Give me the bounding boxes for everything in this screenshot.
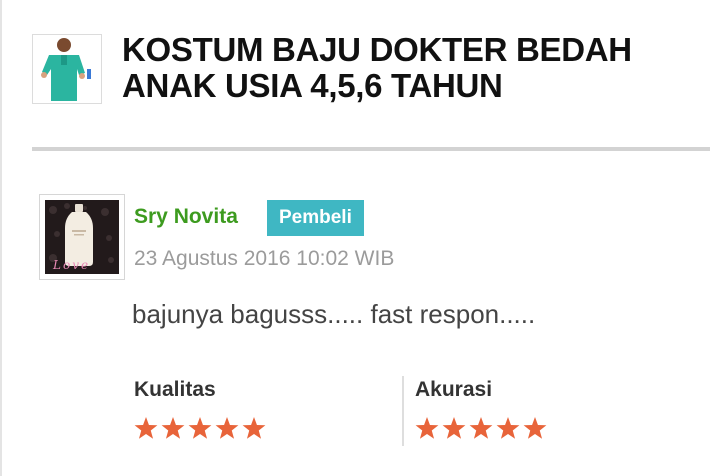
- reviewer-name[interactable]: Sry Novita: [134, 205, 238, 229]
- section-divider: [32, 147, 710, 151]
- star-icon: [523, 417, 547, 439]
- star-icon: [469, 417, 493, 439]
- star-icon: [134, 417, 158, 439]
- avatar-image: Love: [45, 200, 119, 274]
- review-text: bajunya bagusss..... fast respon.....: [132, 299, 536, 329]
- left-border: [0, 0, 2, 476]
- product-title[interactable]: KOSTUM BAJU DOKTER BEDAH ANAK USIA 4,5,6…: [122, 32, 692, 104]
- avatar[interactable]: Love: [39, 194, 125, 280]
- star-icon: [188, 417, 212, 439]
- avatar-love-text: Love: [53, 258, 91, 272]
- rating-label-kualitas: Kualitas: [134, 378, 216, 401]
- star-icon: [415, 417, 439, 439]
- rating-stars-akurasi: [415, 410, 550, 446]
- rating-label-akurasi: Akurasi: [415, 378, 493, 401]
- star-icon: [442, 417, 466, 439]
- rating-stars-kualitas: [134, 410, 269, 446]
- product-image: [33, 35, 101, 103]
- star-icon: [161, 417, 185, 439]
- buyer-badge: Pembeli: [267, 200, 364, 236]
- star-icon: [242, 417, 266, 439]
- review-date: 23 Agustus 2016 10:02 WIB: [134, 247, 395, 270]
- star-icon: [496, 417, 520, 439]
- product-thumbnail[interactable]: [32, 34, 102, 104]
- star-icon: [215, 417, 239, 439]
- rating-separator: [402, 376, 404, 446]
